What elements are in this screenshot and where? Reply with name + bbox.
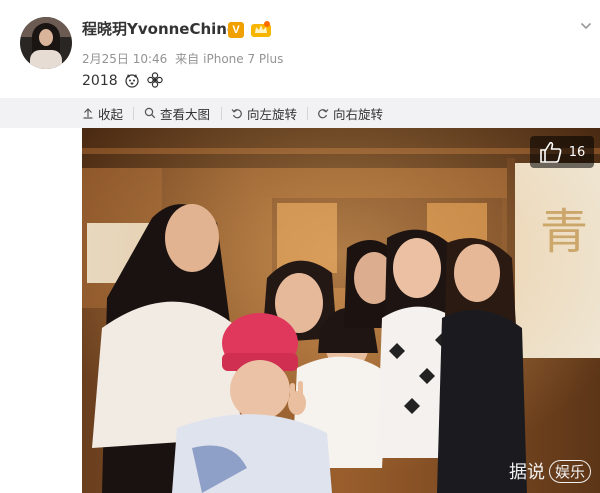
vip-crown-icon bbox=[251, 21, 271, 37]
source-prefix: 来自 bbox=[175, 52, 200, 66]
rotate-right-button[interactable]: 向右旋转 bbox=[317, 98, 383, 128]
divider bbox=[221, 107, 222, 120]
rotate-left-button[interactable]: 向左旋转 bbox=[231, 98, 297, 128]
divider bbox=[307, 107, 308, 120]
post-meta: 2月25日 10:46 来自 iPhone 7 Plus bbox=[82, 50, 287, 67]
post-text: 2018 bbox=[82, 72, 163, 89]
collapse-label: 收起 bbox=[98, 106, 124, 122]
user-avatar[interactable] bbox=[20, 17, 72, 69]
view-large-label: 查看大图 bbox=[160, 106, 211, 122]
thumbs-up-icon bbox=[539, 141, 562, 163]
collapse-icon bbox=[83, 108, 93, 119]
collapse-button[interactable]: 收起 bbox=[82, 98, 123, 128]
source-device[interactable]: iPhone 7 Plus bbox=[203, 52, 283, 66]
post-photo[interactable]: 青 bbox=[82, 128, 600, 493]
divider bbox=[133, 107, 134, 120]
image-toolbar: 收起 查看大图 向左旋转 向右旋转 bbox=[0, 98, 600, 128]
post-text-content: 2018 bbox=[82, 73, 118, 89]
group-photo-scene: 青 bbox=[82, 128, 600, 493]
rotate-left-label: 向左旋转 bbox=[247, 106, 298, 122]
chevron-down-icon[interactable] bbox=[580, 20, 592, 32]
flower-emoji-icon bbox=[146, 72, 163, 88]
rotate-right-label: 向右旋转 bbox=[333, 106, 384, 122]
like-button[interactable]: 16 bbox=[530, 136, 594, 168]
magnifier-icon bbox=[144, 107, 156, 119]
watermark-right: 娱乐 bbox=[549, 459, 592, 483]
watermark-left: 据说 bbox=[509, 462, 545, 483]
dog-emoji-icon bbox=[125, 74, 139, 88]
verified-badge-icon: V bbox=[228, 22, 244, 38]
rotate-left-icon bbox=[231, 109, 242, 119]
rotate-right-icon bbox=[318, 109, 329, 119]
username[interactable]: 程晓玥YvonneChing bbox=[82, 18, 238, 39]
watermark: 据说 娱乐 bbox=[509, 458, 592, 484]
view-large-button[interactable]: 查看大图 bbox=[144, 98, 210, 128]
like-count: 16 bbox=[568, 144, 586, 160]
post-date[interactable]: 2月25日 10:46 bbox=[82, 52, 167, 66]
